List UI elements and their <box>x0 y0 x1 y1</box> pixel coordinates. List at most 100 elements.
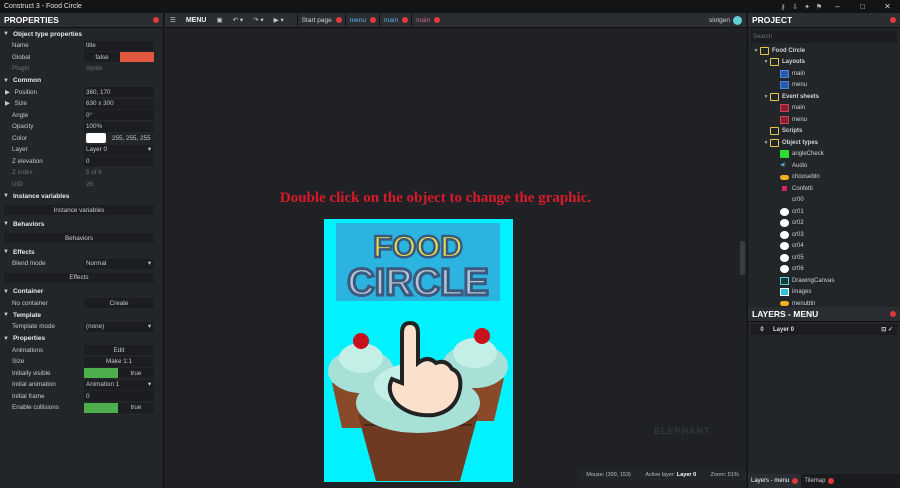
layout-area[interactable]: FOOD CIRCLE <box>324 219 513 482</box>
property-value[interactable]: 360, 170 <box>84 87 154 98</box>
dropdown[interactable]: Normal ▾ <box>84 258 154 269</box>
global-toggle[interactable]: false <box>84 52 154 63</box>
expand-triangle-icon[interactable]: ▼ <box>762 94 770 100</box>
minimize-button[interactable]: – <box>825 0 850 13</box>
collapse-triangle-icon[interactable]: ▼ <box>3 31 9 37</box>
section-header[interactable]: ▼ Common <box>0 75 163 87</box>
addon-icon[interactable]: ✦ <box>801 3 813 11</box>
maximize-button[interactable]: □ <box>850 0 875 13</box>
tab-main[interactable]: main <box>378 12 411 28</box>
section-button[interactable]: Instance variables <box>4 205 154 215</box>
tree-item[interactable]: ▼ Layouts <box>748 57 900 69</box>
tree-item[interactable]: cr04 <box>748 241 900 253</box>
tab-close-icon[interactable] <box>369 17 376 23</box>
section-header[interactable]: ▼ Object type properties <box>0 28 163 40</box>
layer-row[interactable]: 0 Layer 0 ⊡ ✓ <box>751 324 897 335</box>
property-value[interactable]: 0° <box>84 110 154 121</box>
close-panel-icon[interactable] <box>890 17 896 23</box>
bottom-tab[interactable]: Layers - menu <box>748 474 802 488</box>
tree-item[interactable]: ◀) Audio <box>748 160 900 172</box>
expand-icon[interactable]: ▶ <box>5 89 12 96</box>
color-swatch[interactable] <box>86 133 106 144</box>
section-header[interactable]: ▼ Template <box>0 309 163 321</box>
property-value[interactable]: 100% <box>84 121 154 132</box>
expand-triangle-icon[interactable]: ▼ <box>762 140 770 146</box>
section-button[interactable]: Behaviors <box>4 233 154 243</box>
tree-item[interactable]: ▼ Event sheets <box>748 91 900 103</box>
search-input[interactable]: Search <box>751 30 897 43</box>
collapse-triangle-icon[interactable]: ▼ <box>3 312 9 318</box>
tab-main[interactable]: main <box>411 12 443 28</box>
property-value[interactable]: 0 <box>84 156 154 167</box>
tree-item[interactable]: DrawingCanvas <box>748 275 900 287</box>
tree-item[interactable]: main <box>748 103 900 115</box>
redo-icon[interactable]: ↷ ▾ <box>248 16 269 24</box>
lock-icon[interactable]: ⊡ ✓ <box>881 326 893 333</box>
hamburger-icon[interactable]: ☰ <box>165 16 181 24</box>
boolean-toggle[interactable]: true <box>84 402 154 413</box>
section-header[interactable]: ▼ Properties <box>0 333 163 345</box>
collapse-triangle-icon[interactable]: ▼ <box>3 249 9 255</box>
property-button[interactable]: Create <box>84 298 154 309</box>
section-button[interactable]: Effects <box>4 272 154 283</box>
play-icon[interactable]: ▶ ▾ <box>269 16 289 24</box>
dropdown[interactable]: (none) ▾ <box>84 321 154 332</box>
bottom-tab[interactable]: Tilemap <box>801 474 837 488</box>
property-value[interactable]: 0 <box>84 391 154 402</box>
layout-canvas[interactable]: Double click on the object to change the… <box>165 28 746 482</box>
tree-item[interactable]: cr00 <box>748 195 900 207</box>
tree-item[interactable]: cr02 <box>748 218 900 230</box>
tab-start-page[interactable]: Start page <box>296 12 345 28</box>
vertical-scrollbar[interactable] <box>740 241 745 275</box>
close-button[interactable]: ✕ <box>875 0 900 13</box>
section-header[interactable]: ▼ Container <box>0 286 163 298</box>
collapse-triangle-icon[interactable]: ▼ <box>3 289 9 295</box>
tab-menu[interactable]: menu <box>344 12 379 28</box>
tree-item[interactable]: choosebtn <box>748 172 900 184</box>
property-value[interactable]: title <box>84 40 154 51</box>
tree-item[interactable]: ▼ Food Circle <box>748 45 900 57</box>
section-header[interactable]: ▼ Instance variables <box>0 190 163 202</box>
tree-item[interactable]: cr06 <box>748 264 900 276</box>
collapse-triangle-icon[interactable]: ▼ <box>3 336 9 342</box>
tree-item[interactable]: menu <box>748 80 900 92</box>
user-area[interactable]: slotgen <box>709 15 746 25</box>
property-button[interactable]: Edit <box>84 345 154 356</box>
tab-close-icon[interactable] <box>434 17 441 23</box>
tree-item[interactable]: cr01 <box>748 206 900 218</box>
close-panel-icon[interactable] <box>153 17 159 23</box>
boolean-toggle[interactable]: true <box>84 368 154 379</box>
tree-item[interactable]: main <box>748 68 900 80</box>
color-field[interactable]: 255, 255, 255 <box>84 133 154 144</box>
section-header[interactable]: ▼ Effects <box>0 246 163 258</box>
avatar[interactable] <box>733 15 742 25</box>
section-header[interactable]: ▼ Behaviors <box>0 218 163 230</box>
tab-close-icon[interactable] <box>828 478 835 484</box>
title-sprite[interactable]: FOOD CIRCLE <box>336 223 500 306</box>
tree-item[interactable]: Scripts <box>748 126 900 138</box>
cupcake-sprite[interactable] <box>324 303 513 482</box>
tab-close-icon[interactable] <box>792 478 799 484</box>
collapse-triangle-icon[interactable]: ▼ <box>3 78 9 84</box>
tree-item[interactable]: angleCheck <box>748 149 900 161</box>
tree-item[interactable]: images <box>748 287 900 299</box>
expand-triangle-icon[interactable]: ▼ <box>762 59 770 65</box>
undo-icon[interactable]: ↶ ▾ <box>228 16 249 24</box>
download-icon[interactable]: ⇩ <box>789 3 801 11</box>
collapse-triangle-icon[interactable]: ▼ <box>3 221 9 227</box>
tab-close-icon[interactable] <box>335 17 342 23</box>
property-button[interactable]: Make 1:1 <box>84 356 154 367</box>
key-icon[interactable]: ⚷ <box>777 3 789 11</box>
tree-item[interactable]: menu <box>748 114 900 126</box>
close-panel-icon[interactable] <box>890 311 896 317</box>
tab-close-icon[interactable] <box>402 17 409 23</box>
tree-item[interactable]: cr03 <box>748 229 900 241</box>
tree-item[interactable]: ▼ Object types <box>748 137 900 149</box>
menu-button[interactable]: MENU <box>181 17 212 24</box>
collapse-triangle-icon[interactable]: ▼ <box>3 193 9 199</box>
tree-item[interactable]: Confetti <box>748 183 900 195</box>
dropdown[interactable]: Animation 1 ▾ <box>84 379 154 390</box>
expand-icon[interactable]: ▶ <box>5 100 12 107</box>
flag-icon[interactable]: ⚑ <box>813 3 825 11</box>
expand-triangle-icon[interactable]: ▼ <box>752 48 760 54</box>
